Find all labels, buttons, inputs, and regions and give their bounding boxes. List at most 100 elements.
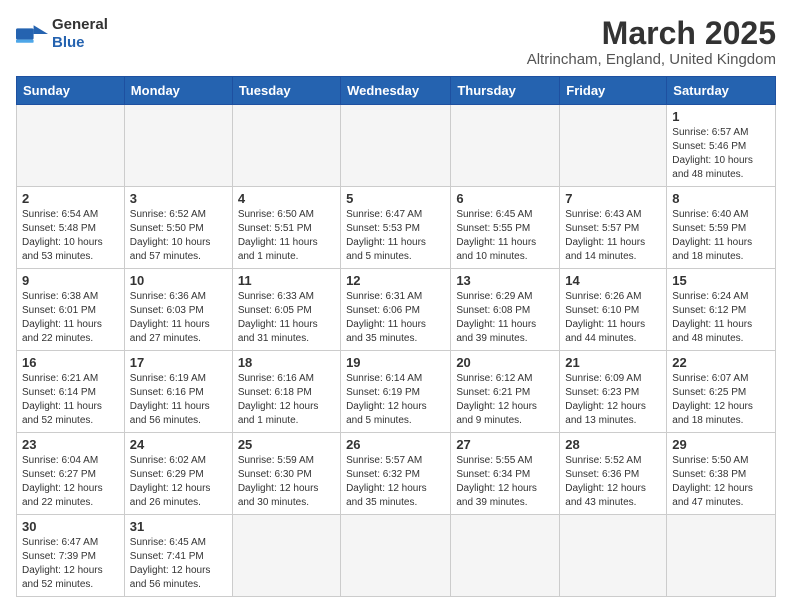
day-info: Sunrise: 6:45 AM Sunset: 5:55 PM Dayligh… (456, 208, 554, 264)
day-number: 15 (672, 273, 770, 288)
day-info: Sunrise: 6:02 AM Sunset: 6:29 PM Dayligh… (130, 454, 227, 510)
calendar-header-row: SundayMondayTuesdayWednesdayThursdayFrid… (17, 77, 776, 105)
calendar-cell: 25 Sunrise: 5:59 AM Sunset: 6:30 PM Dayli… (232, 433, 340, 515)
calendar-cell: 26 Sunrise: 5:57 AM Sunset: 6:32 PM Dayli… (341, 433, 451, 515)
day-number: 9 (22, 273, 119, 288)
calendar-week-1: 2 Sunrise: 6:54 AM Sunset: 5:48 PM Daylig… (17, 187, 776, 269)
day-number: 28 (565, 437, 661, 452)
calendar-cell: 1 Sunrise: 6:57 AM Sunset: 5:46 PM Daylig… (667, 105, 776, 187)
day-info: Sunrise: 5:57 AM Sunset: 6:32 PM Dayligh… (346, 454, 445, 510)
day-number: 21 (565, 355, 661, 370)
calendar-cell: 6 Sunrise: 6:45 AM Sunset: 5:55 PM Daylig… (451, 187, 560, 269)
calendar-cell: 21 Sunrise: 6:09 AM Sunset: 6:23 PM Dayli… (560, 351, 667, 433)
day-number: 31 (130, 519, 227, 534)
month-year-title: March 2025 (527, 16, 776, 51)
calendar-cell: 30 Sunrise: 6:47 AM Sunset: 7:39 PM Dayli… (17, 515, 125, 597)
calendar-cell (667, 515, 776, 597)
calendar-cell: 31 Sunrise: 6:45 AM Sunset: 7:41 PM Dayli… (124, 515, 232, 597)
day-info: Sunrise: 6:24 AM Sunset: 6:12 PM Dayligh… (672, 290, 770, 346)
day-info: Sunrise: 6:09 AM Sunset: 6:23 PM Dayligh… (565, 372, 661, 428)
day-info: Sunrise: 6:14 AM Sunset: 6:19 PM Dayligh… (346, 372, 445, 428)
day-number: 26 (346, 437, 445, 452)
calendar-cell (17, 105, 125, 187)
day-number: 1 (672, 109, 770, 124)
calendar-week-3: 16 Sunrise: 6:21 AM Sunset: 6:14 PM Dayli… (17, 351, 776, 433)
calendar-cell: 12Sunrise: 6:31 AM Sunset: 6:06 PM Dayli… (341, 269, 451, 351)
day-info: Sunrise: 6:33 AM Sunset: 6:05 PM Dayligh… (238, 290, 335, 346)
header-wednesday: Wednesday (341, 77, 451, 105)
header-friday: Friday (560, 77, 667, 105)
day-number: 10 (130, 273, 227, 288)
calendar-cell (451, 515, 560, 597)
calendar-cell: 29Sunrise: 5:50 AM Sunset: 6:38 PM Dayli… (667, 433, 776, 515)
calendar-cell: 10 Sunrise: 6:36 AM Sunset: 6:03 PM Dayli… (124, 269, 232, 351)
calendar-cell (451, 105, 560, 187)
day-number: 12 (346, 273, 445, 288)
day-info: Sunrise: 5:59 AM Sunset: 6:30 PM Dayligh… (238, 454, 335, 510)
calendar-cell (560, 105, 667, 187)
day-number: 30 (22, 519, 119, 534)
calendar-cell: 5 Sunrise: 6:47 AM Sunset: 5:53 PM Daylig… (341, 187, 451, 269)
calendar-cell: 23Sunrise: 6:04 AM Sunset: 6:27 PM Dayli… (17, 433, 125, 515)
calendar-cell: 18Sunrise: 6:16 AM Sunset: 6:18 PM Dayli… (232, 351, 340, 433)
calendar-cell (341, 515, 451, 597)
header-tuesday: Tuesday (232, 77, 340, 105)
calendar-cell: 27Sunrise: 5:55 AM Sunset: 6:34 PM Dayli… (451, 433, 560, 515)
title-area: March 2025 Altrincham, England, United K… (527, 16, 776, 68)
day-info: Sunrise: 6:26 AM Sunset: 6:10 PM Dayligh… (565, 290, 661, 346)
day-number: 7 (565, 191, 661, 206)
day-number: 16 (22, 355, 119, 370)
calendar-cell (560, 515, 667, 597)
day-number: 24 (130, 437, 227, 452)
day-number: 4 (238, 191, 335, 206)
day-info: Sunrise: 6:07 AM Sunset: 6:25 PM Dayligh… (672, 372, 770, 428)
calendar-cell: 19 Sunrise: 6:14 AM Sunset: 6:19 PM Dayli… (341, 351, 451, 433)
day-number: 11 (238, 273, 335, 288)
day-info: Sunrise: 6:36 AM Sunset: 6:03 PM Dayligh… (130, 290, 227, 346)
day-info: Sunrise: 6:43 AM Sunset: 5:57 PM Dayligh… (565, 208, 661, 264)
day-number: 2 (22, 191, 119, 206)
calendar-cell: 7 Sunrise: 6:43 AM Sunset: 5:57 PM Daylig… (560, 187, 667, 269)
calendar-cell: 8Sunrise: 6:40 AM Sunset: 5:59 PM Daylig… (667, 187, 776, 269)
calendar-table: SundayMondayTuesdayWednesdayThursdayFrid… (16, 76, 776, 597)
day-info: Sunrise: 6:40 AM Sunset: 5:59 PM Dayligh… (672, 208, 770, 264)
day-info: Sunrise: 6:52 AM Sunset: 5:50 PM Dayligh… (130, 208, 227, 264)
calendar-cell (232, 105, 340, 187)
location-subtitle: Altrincham, England, United Kingdom (527, 51, 776, 68)
day-info: Sunrise: 6:47 AM Sunset: 5:53 PM Dayligh… (346, 208, 445, 264)
day-number: 6 (456, 191, 554, 206)
logo: General Blue (16, 16, 108, 52)
day-info: Sunrise: 6:57 AM Sunset: 5:46 PM Dayligh… (672, 126, 770, 182)
calendar-week-5: 30 Sunrise: 6:47 AM Sunset: 7:39 PM Dayli… (17, 515, 776, 597)
calendar-cell: 22Sunrise: 6:07 AM Sunset: 6:25 PM Dayli… (667, 351, 776, 433)
day-number: 29 (672, 437, 770, 452)
day-info: Sunrise: 6:47 AM Sunset: 7:39 PM Dayligh… (22, 536, 119, 592)
day-number: 5 (346, 191, 445, 206)
calendar-cell (232, 515, 340, 597)
calendar-cell: 20 Sunrise: 6:12 AM Sunset: 6:21 PM Dayli… (451, 351, 560, 433)
day-number: 20 (456, 355, 554, 370)
day-number: 27 (456, 437, 554, 452)
header-saturday: Saturday (667, 77, 776, 105)
day-info: Sunrise: 6:45 AM Sunset: 7:41 PM Dayligh… (130, 536, 227, 592)
day-number: 14 (565, 273, 661, 288)
calendar-cell: 16 Sunrise: 6:21 AM Sunset: 6:14 PM Dayli… (17, 351, 125, 433)
calendar-cell: 24 Sunrise: 6:02 AM Sunset: 6:29 PM Dayli… (124, 433, 232, 515)
day-number: 13 (456, 273, 554, 288)
calendar-cell: 2 Sunrise: 6:54 AM Sunset: 5:48 PM Daylig… (17, 187, 125, 269)
day-number: 19 (346, 355, 445, 370)
day-info: Sunrise: 5:52 AM Sunset: 6:36 PM Dayligh… (565, 454, 661, 510)
calendar-week-0: 1 Sunrise: 6:57 AM Sunset: 5:46 PM Daylig… (17, 105, 776, 187)
calendar-cell: 3Sunrise: 6:52 AM Sunset: 5:50 PM Daylig… (124, 187, 232, 269)
logo-text: General Blue (52, 16, 108, 52)
day-number: 18 (238, 355, 335, 370)
logo-icon (16, 20, 48, 48)
day-info: Sunrise: 6:21 AM Sunset: 6:14 PM Dayligh… (22, 372, 119, 428)
day-number: 25 (238, 437, 335, 452)
calendar-cell: 9Sunrise: 6:38 AM Sunset: 6:01 PM Daylig… (17, 269, 125, 351)
day-info: Sunrise: 6:12 AM Sunset: 6:21 PM Dayligh… (456, 372, 554, 428)
header-sunday: Sunday (17, 77, 125, 105)
calendar-cell: 11 Sunrise: 6:33 AM Sunset: 6:05 PM Dayli… (232, 269, 340, 351)
day-number: 23 (22, 437, 119, 452)
day-info: Sunrise: 6:54 AM Sunset: 5:48 PM Dayligh… (22, 208, 119, 264)
